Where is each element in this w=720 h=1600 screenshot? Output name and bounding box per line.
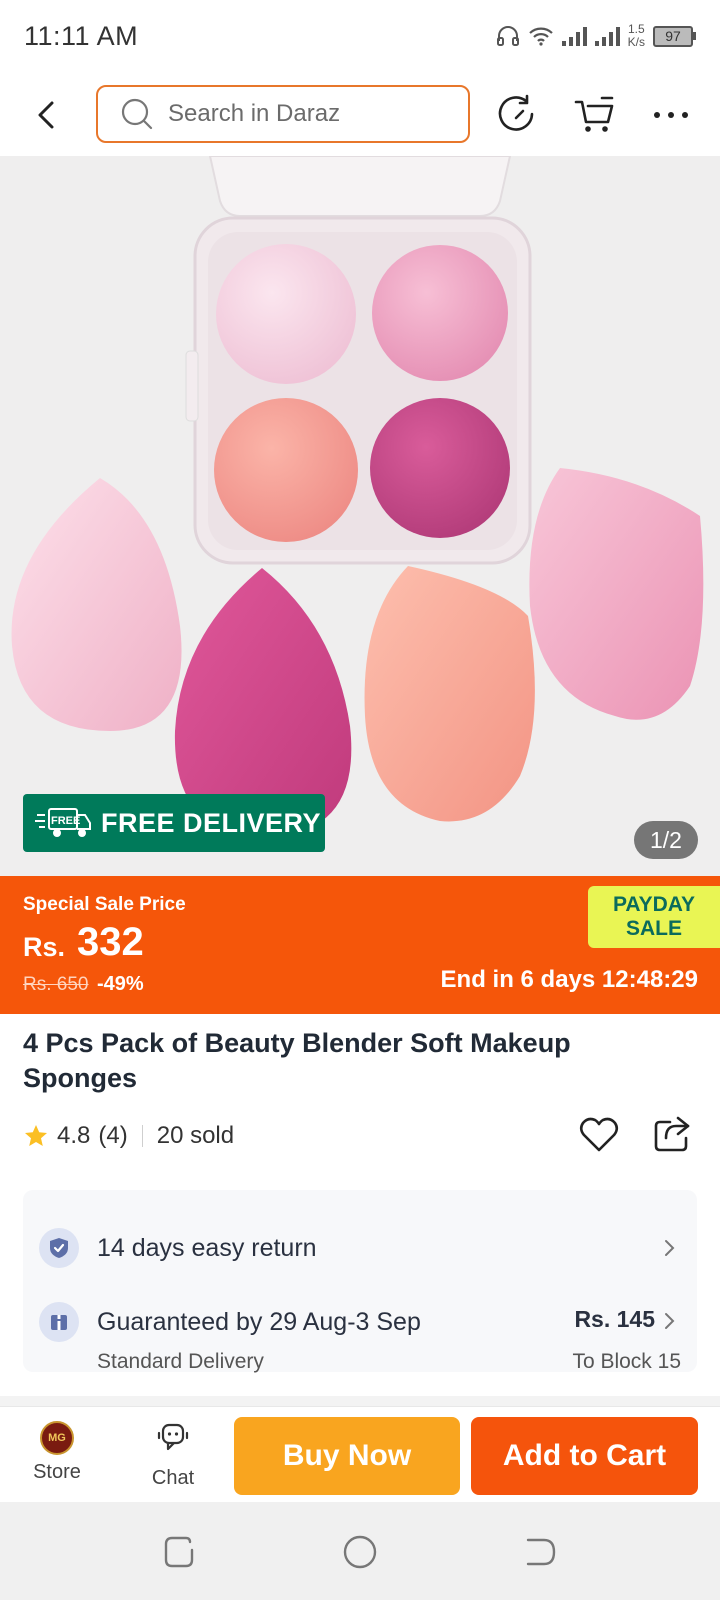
truck-free-text: FREE: [51, 815, 80, 827]
buy-now-button[interactable]: Buy Now: [234, 1417, 460, 1495]
status-time: 11:11 AM: [24, 20, 139, 51]
product-title: 4 Pcs Pack of Beauty Blender Soft Makeup…: [23, 1028, 571, 1093]
chevron-right-icon: [665, 1240, 675, 1256]
price-currency: Rs.: [23, 932, 66, 962]
product-image-gallery[interactable]: [0, 156, 720, 876]
delivery-fee: Rs. 145: [574, 1306, 655, 1332]
original-price: Rs. 650: [23, 974, 89, 995]
battery-level: 97: [653, 25, 693, 47]
search-bar[interactable]: [96, 85, 470, 143]
rating-count: (4): [98, 1122, 128, 1149]
chat-icon: [157, 1423, 189, 1451]
signal-icon-2: [594, 26, 620, 46]
status-icons: 1.5 K/s 97: [496, 23, 696, 49]
rating-divider: [141, 1125, 143, 1147]
free-delivery-badge: FREE FREE DELIVERY: [23, 794, 325, 852]
share-icon[interactable]: [652, 1114, 692, 1154]
back-icon[interactable]: [30, 95, 66, 135]
chat-button[interactable]: Chat: [128, 1417, 218, 1497]
store-logo: MG: [40, 1421, 74, 1455]
sale-countdown: End in 6 days 12:48:29: [440, 966, 698, 993]
nav-back-icon[interactable]: [520, 1532, 560, 1572]
star-icon: [25, 1125, 47, 1146]
delivery-method: Standard Delivery: [97, 1350, 264, 1373]
campaign-line-2: SALE: [625, 917, 682, 940]
recents-icon[interactable]: [160, 1532, 200, 1572]
delivery-guarantee: Guaranteed by 29 Aug-3 Sep: [97, 1308, 421, 1336]
heart-icon[interactable]: [578, 1114, 620, 1156]
net-speed: 1.5 K/s: [628, 23, 645, 49]
status-bar: 11:11 AM 1.5 K/s 97: [0, 0, 720, 72]
parcel-icon: [51, 1315, 67, 1330]
system-nav-bar: [0, 1502, 720, 1600]
delivery-truck-icon: FREE: [35, 808, 91, 837]
chat-label: Chat: [151, 1467, 195, 1489]
service-card: 14 days easy return Guaranteed by 29 Aug…: [23, 1190, 697, 1373]
more-icon[interactable]: [648, 92, 694, 138]
sold-count: 20 sold: [156, 1122, 235, 1149]
store-button[interactable]: MG Store: [12, 1417, 102, 1497]
net-speed-unit: K/s: [627, 35, 645, 49]
campaign-badge: PAYDAY SALE: [588, 886, 720, 948]
battery-icon: 97: [653, 25, 696, 47]
delivery-destination: To Block 15: [572, 1350, 681, 1373]
home-icon[interactable]: [340, 1532, 380, 1572]
rating-value: 4.8: [57, 1122, 91, 1149]
cart-icon[interactable]: [572, 92, 618, 138]
shield-check-icon: [50, 1238, 68, 1258]
product-image: [0, 156, 720, 876]
delivery-icon: [39, 1302, 79, 1342]
refresh-icon[interactable]: [494, 92, 540, 138]
search-input[interactable]: [168, 100, 448, 128]
sale-price: 332: [77, 920, 144, 964]
return-policy: 14 days easy return: [97, 1234, 317, 1262]
headphones-icon: [496, 26, 519, 46]
sale-banner: Special Sale Price Rs. 332 Rs. 650 -49% …: [0, 876, 720, 1014]
signal-icon: [561, 26, 587, 46]
return-icon: [39, 1228, 79, 1268]
store-label: Store: [33, 1461, 81, 1483]
wifi-icon: [528, 27, 553, 46]
top-header: [0, 80, 720, 150]
search-icon: [121, 98, 153, 130]
campaign-line-1: PAYDAY: [612, 893, 696, 916]
sale-label: Special Sale Price: [23, 894, 186, 915]
image-counter: 1/2: [634, 821, 698, 859]
chevron-right-icon: [665, 1313, 675, 1329]
section-divider: [0, 1396, 720, 1406]
bottom-action-bar: MG Store Chat Buy Now Add to Cart: [0, 1406, 720, 1502]
rating-row[interactable]: 4.8 (4) 20 sold: [23, 1116, 234, 1156]
discount-percent: -49%: [97, 973, 144, 995]
add-to-cart-button[interactable]: Add to Cart: [471, 1417, 698, 1495]
free-delivery-label: FREE DELIVERY: [101, 807, 322, 838]
